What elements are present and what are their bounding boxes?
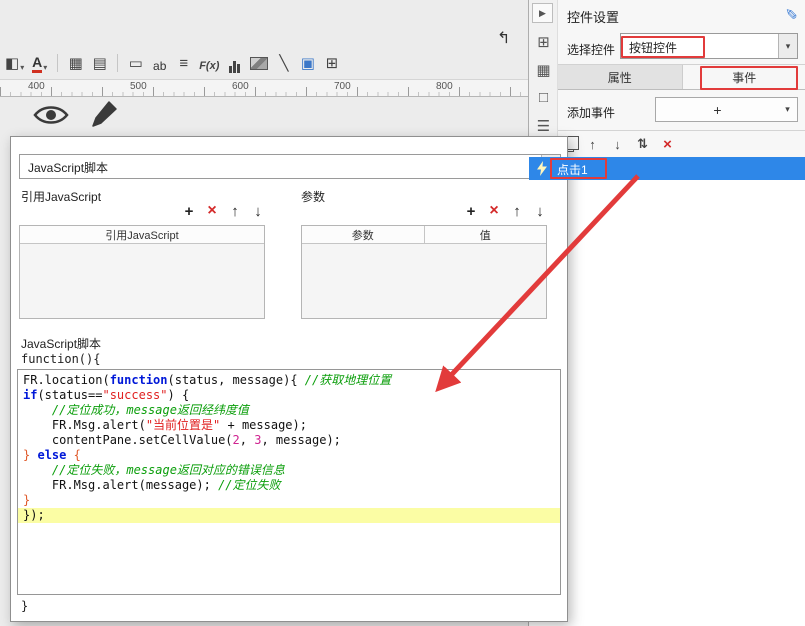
unmerge-cell-icon[interactable]: ▤	[91, 53, 108, 73]
eye-icon[interactable]	[32, 101, 70, 132]
code-line[interactable]: FR.Msg.alert("当前位置是" + message);	[18, 418, 560, 433]
panel-strip: ▶ ⊞ ▦ □ ☰	[529, 0, 558, 157]
code-editor[interactable]: FR.location(function(status, message){ /…	[17, 369, 561, 595]
fill-color-icon[interactable]: ◧ ▾	[5, 53, 24, 73]
formula-icon[interactable]: F(x)	[199, 53, 219, 73]
ref-js-column-header: 引用JavaScript	[105, 229, 179, 242]
return-arrow-icon[interactable]: ↰	[497, 28, 510, 48]
line-icon[interactable]: ╲	[275, 53, 292, 73]
code-line[interactable]: contentPane.setCellValue(2, 3, message);	[18, 433, 560, 448]
code-line[interactable]: if(status=="success") {	[18, 388, 560, 403]
param-move-up-button[interactable]: ↑	[510, 204, 524, 219]
merge-cell-icon[interactable]: ▦	[67, 53, 84, 73]
canvas-tools	[32, 100, 118, 133]
ruler: 400 500 600 700 800	[0, 79, 528, 97]
code-line[interactable]: //定位成功，message返回经纬度值	[18, 403, 560, 418]
edit-pencil-icon[interactable]: ✎	[785, 4, 798, 22]
script-section-label: JavaScript脚本	[21, 337, 102, 351]
delete-icon[interactable]: ×	[661, 136, 674, 153]
plus-icon: +	[713, 101, 722, 118]
ruler-mark: 500	[130, 81, 147, 92]
panel-icon[interactable]: ▣	[299, 53, 316, 73]
ruler-mark: 600	[232, 81, 249, 92]
chevron-down-icon[interactable]: ▾	[778, 34, 797, 58]
toolbar-separator	[57, 54, 59, 72]
sort-icon[interactable]: ⇅	[636, 136, 649, 152]
add-event-button[interactable]: + ▾	[655, 97, 798, 122]
ref-add-button[interactable]: +	[182, 204, 196, 219]
select-widget-combobox[interactable]: 按钮控件 ▾	[620, 33, 798, 59]
text-field-icon[interactable]: ▭	[127, 53, 144, 73]
tab-properties[interactable]: 属性	[558, 65, 683, 89]
ref-buttons: + × ↑ ↓	[19, 200, 265, 222]
format-toolbar: ◧ ▾ A ▾ ▦ ▤ ▭ ab ≡ F(x) ╲ ▣ ⊞	[0, 48, 528, 78]
ref-js-table-header: 引用JavaScript	[20, 226, 264, 244]
collapse-panel-button[interactable]: ▶	[532, 3, 553, 23]
param-value-column-header: 值	[423, 226, 547, 243]
ref-delete-button[interactable]: ×	[205, 203, 219, 219]
widget-icon[interactable]: ⊞	[323, 53, 340, 73]
event-toolbar: ↑ ↓ ⇅ ×	[564, 134, 674, 154]
panel-content: 控件设置 ✎ 选择控件 按钮控件 ▾ 属性 事件 添加事件 + ▾ ↑ ↓ ⇅ ×	[558, 0, 805, 157]
image-icon[interactable]	[250, 56, 269, 70]
tab-events[interactable]: 事件	[682, 65, 805, 89]
code-line[interactable]: FR.location(function(status, message){ /…	[18, 373, 560, 388]
param-add-button[interactable]: +	[464, 204, 478, 219]
panel-tabs: 属性 事件	[558, 64, 805, 90]
toolbar-separator	[117, 54, 119, 72]
code-line[interactable]: } else {	[18, 448, 560, 463]
code-line[interactable]: //定位失败，message返回对应的错误信息	[18, 463, 560, 478]
select-widget-label: 选择控件	[567, 43, 616, 57]
cell-attribute-tab-icon[interactable]: ▦	[534, 60, 553, 79]
designer-window: ◧ ▾ A ▾ ▦ ▤ ▭ ab ≡ F(x) ╲ ▣ ⊞ ↰ 400 500 600 700 800 ▶ ⊞ ▦…	[0, 0, 805, 626]
ref-js-table[interactable]: 引用JavaScript	[19, 225, 265, 319]
code-line[interactable]: });	[18, 508, 560, 523]
move-down-icon[interactable]: ↓	[611, 137, 624, 152]
param-table[interactable]: 参数 值	[301, 225, 547, 319]
cell-element-tab-icon[interactable]: □	[534, 88, 553, 107]
param-move-down-button[interactable]: ↓	[533, 204, 547, 219]
move-up-icon[interactable]: ↑	[586, 137, 599, 152]
event-type-combobox[interactable]: JavaScript脚本 ▾	[19, 154, 561, 179]
pencil-icon[interactable]	[90, 100, 118, 133]
js-event-dialog: JavaScript脚本 ▾ 引用JavaScript 参数 + × ↑ ↓ + × ↑ ↓…	[10, 136, 568, 622]
event-list[interactable]	[529, 157, 805, 626]
align-icon[interactable]: ≡	[175, 53, 192, 73]
float-element-tab-icon[interactable]: ☰	[534, 116, 553, 135]
select-widget-value: 按钮控件	[629, 41, 678, 55]
param-delete-button[interactable]: ×	[487, 203, 501, 219]
ref-move-up-button[interactable]: ↑	[228, 204, 242, 219]
chart-icon[interactable]	[226, 53, 243, 73]
param-table-header: 参数 值	[302, 226, 546, 244]
ruler-mark: 700	[334, 81, 351, 92]
chevron-down-icon: ▾	[785, 104, 790, 114]
function-close-text: }	[21, 599, 29, 613]
widget-settings-tab-icon[interactable]: ⊞	[534, 32, 553, 51]
add-event-label: 添加事件	[567, 106, 616, 120]
font-color-icon[interactable]: A ▾	[31, 53, 48, 73]
lightning-icon	[536, 161, 548, 179]
function-open-text: function(){	[21, 352, 101, 366]
ruler-mark: 400	[28, 81, 45, 92]
event-item-label: 点击1	[557, 163, 588, 177]
code-line[interactable]: }	[18, 493, 560, 508]
event-row-click1[interactable]: 点击1	[529, 157, 805, 180]
event-type-value: JavaScript脚本	[28, 161, 109, 175]
panel-title: 控件设置	[567, 10, 620, 25]
code-line[interactable]: FR.Msg.alert(message); //定位失败	[18, 478, 560, 493]
ruler-mark: 800	[436, 81, 453, 92]
param-buttons: + × ↑ ↓	[301, 200, 547, 222]
text-ab-icon[interactable]: ab	[151, 53, 168, 73]
ref-move-down-button[interactable]: ↓	[251, 204, 265, 219]
separator	[558, 130, 805, 131]
param-name-column-header: 参数	[351, 229, 374, 242]
